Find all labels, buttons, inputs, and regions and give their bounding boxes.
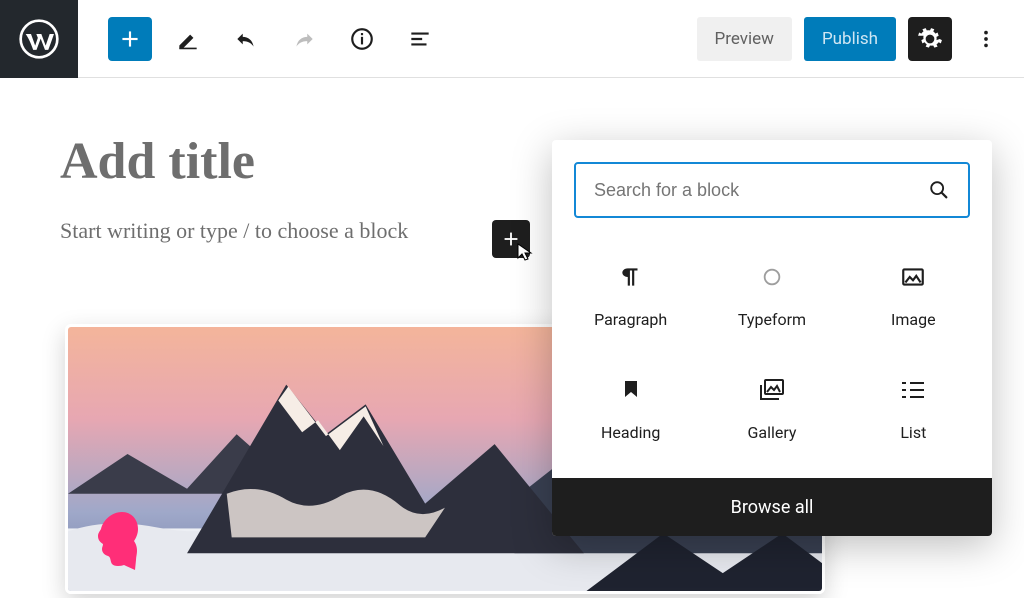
block-item-image[interactable]: Image <box>843 262 984 329</box>
kebab-icon <box>975 28 997 50</box>
block-inserter-popover: Paragraph Typeform Image Heading Gallery <box>552 140 992 536</box>
undo-button[interactable] <box>224 17 268 61</box>
search-icon <box>928 179 950 201</box>
wordpress-icon <box>19 19 59 59</box>
outline-icon <box>407 26 433 52</box>
block-search-input[interactable] <box>594 180 916 201</box>
inline-add-block-button[interactable] <box>492 220 530 258</box>
block-item-label: Paragraph <box>594 310 667 329</box>
gear-icon <box>917 26 943 52</box>
settings-button[interactable] <box>908 17 952 61</box>
block-item-paragraph[interactable]: Paragraph <box>560 262 701 329</box>
redo-icon <box>291 26 317 52</box>
block-item-label: Typeform <box>738 310 806 329</box>
profile-head-icon <box>95 510 143 572</box>
block-item-label: Gallery <box>747 423 796 442</box>
document-info-button[interactable] <box>340 17 384 61</box>
block-search-box[interactable] <box>574 162 970 218</box>
list-icon <box>898 375 928 405</box>
editor-toolbar: Preview Publish <box>0 0 1024 78</box>
image-icon <box>898 262 928 292</box>
block-search-wrap <box>552 140 992 240</box>
undo-icon <box>233 26 259 52</box>
wordpress-logo[interactable] <box>0 0 78 78</box>
block-item-label: Image <box>891 310 936 329</box>
typeform-icon <box>757 262 787 292</box>
preview-button[interactable]: Preview <box>697 17 792 61</box>
paragraph-icon <box>616 262 646 292</box>
outline-button[interactable] <box>398 17 442 61</box>
browse-all-button[interactable]: Browse all <box>552 478 992 536</box>
block-grid: Paragraph Typeform Image Heading Gallery <box>552 240 992 478</box>
block-item-label: Heading <box>601 423 660 442</box>
heading-icon <box>616 375 646 405</box>
add-block-button[interactable] <box>108 17 152 61</box>
plus-icon <box>117 26 143 52</box>
block-item-gallery[interactable]: Gallery <box>701 375 842 442</box>
plus-icon <box>500 228 522 250</box>
info-icon <box>349 26 375 52</box>
block-item-typeform[interactable]: Typeform <box>701 262 842 329</box>
toolbar-right-group: Preview Publish <box>697 17 1008 61</box>
more-options-button[interactable] <box>964 17 1008 61</box>
toolbar-left-group <box>108 17 442 61</box>
edit-mode-button[interactable] <box>166 17 210 61</box>
redo-button[interactable] <box>282 17 326 61</box>
pencil-icon <box>175 26 201 52</box>
gallery-icon <box>757 375 787 405</box>
block-item-list[interactable]: List <box>843 375 984 442</box>
publish-button[interactable]: Publish <box>804 17 896 61</box>
block-item-label: List <box>900 423 926 442</box>
block-item-heading[interactable]: Heading <box>560 375 701 442</box>
